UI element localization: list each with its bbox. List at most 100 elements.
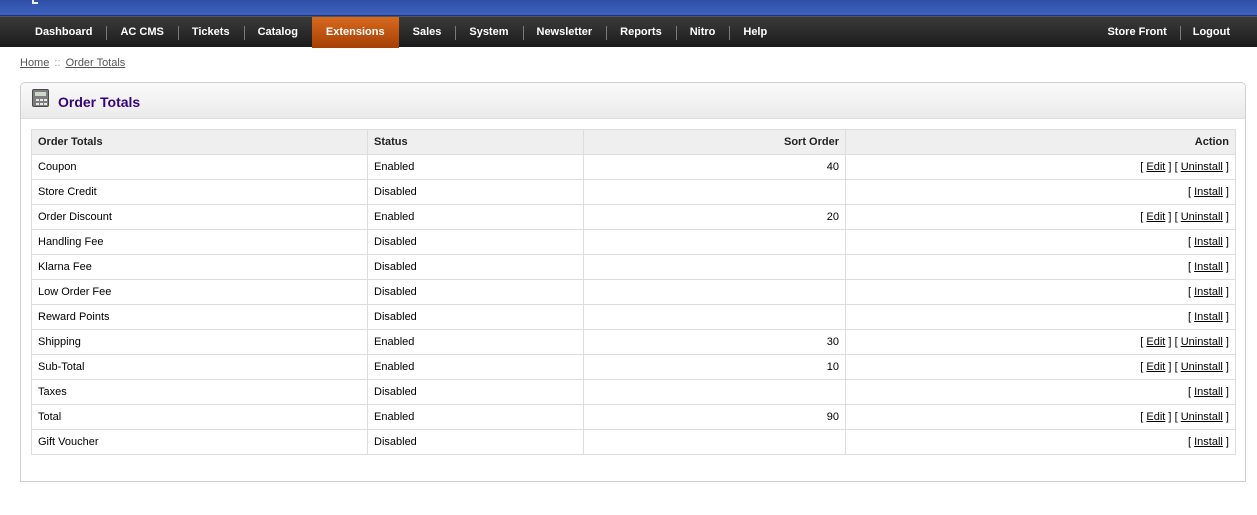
install-link[interactable]: Install bbox=[1194, 386, 1223, 398]
breadcrumb-separator: :: bbox=[54, 57, 61, 69]
row-sort-order-cell bbox=[583, 429, 846, 455]
menu-right: Store Front Logout bbox=[1094, 17, 1243, 48]
install-link[interactable]: Install bbox=[1194, 436, 1223, 448]
menu-item-reports[interactable]: Reports bbox=[606, 17, 676, 48]
row-name-cell: Shipping bbox=[31, 329, 368, 355]
row-sort-order-cell: 90 bbox=[583, 404, 846, 430]
menu-link-store-front[interactable]: Store Front bbox=[1094, 17, 1179, 48]
main-menu: Dashboard AC CMS Tickets Catalog Extensions S… bbox=[0, 16, 1257, 48]
uninstall-link[interactable]: Uninstall bbox=[1181, 411, 1223, 423]
breadcrumb: Home :: Order Totals bbox=[20, 57, 125, 69]
row-name-cell: Reward Points bbox=[31, 304, 368, 330]
table-row: Klarna Fee Disabled [ Install ] bbox=[31, 254, 1236, 280]
menu-item-tickets[interactable]: Tickets bbox=[177, 17, 244, 48]
row-action-cell: [ Edit ] [ Uninstall ] bbox=[845, 204, 1236, 230]
uninstall-link[interactable]: Uninstall bbox=[1181, 336, 1223, 348]
row-status-cell: Disabled bbox=[367, 379, 584, 405]
menu-link-logout[interactable]: Logout bbox=[1180, 17, 1243, 48]
menu-link-extensions[interactable]: Extensions bbox=[312, 17, 399, 48]
row-status-cell: Enabled bbox=[367, 329, 584, 355]
row-sort-order-cell bbox=[583, 254, 846, 280]
row-action-cell: [ Edit ] [ Uninstall ] bbox=[845, 354, 1236, 380]
menu-link-catalog[interactable]: Catalog bbox=[244, 17, 312, 48]
row-name-cell: Store Credit bbox=[31, 179, 368, 205]
order-totals-box: Order Totals Order Totals Status Sort Or… bbox=[20, 82, 1246, 482]
menu-link-system[interactable]: System bbox=[455, 17, 522, 48]
menu-link-ac-cms[interactable]: AC CMS bbox=[106, 17, 177, 48]
uninstall-link[interactable]: Uninstall bbox=[1181, 361, 1223, 373]
row-sort-order-cell: 40 bbox=[583, 154, 846, 180]
menu-item-system[interactable]: System bbox=[455, 17, 522, 48]
order-totals-table: Order Totals Status Sort Order Action Co… bbox=[31, 129, 1236, 455]
edit-link[interactable]: Edit bbox=[1146, 211, 1165, 223]
breadcrumb-current-link[interactable]: Order Totals bbox=[66, 57, 126, 69]
install-link[interactable]: Install bbox=[1194, 261, 1223, 273]
row-status-cell: Disabled bbox=[367, 254, 584, 280]
row-sort-order-cell: 30 bbox=[583, 329, 846, 355]
row-name-cell: Coupon bbox=[31, 154, 368, 180]
row-sort-order-cell: 20 bbox=[583, 204, 846, 230]
menu-item-ac-cms[interactable]: AC CMS bbox=[106, 17, 177, 48]
install-link[interactable]: Install bbox=[1194, 236, 1223, 248]
menu-item-logout[interactable]: Logout bbox=[1179, 17, 1243, 48]
menu-item-store-front[interactable]: Store Front bbox=[1094, 17, 1179, 48]
menu-item-catalog[interactable]: Catalog bbox=[243, 17, 312, 48]
row-status-cell: Disabled bbox=[367, 429, 584, 455]
row-sort-order-cell bbox=[583, 379, 846, 405]
menu-item-newsletter[interactable]: Newsletter bbox=[522, 17, 607, 48]
edit-link[interactable]: Edit bbox=[1146, 161, 1165, 173]
breadcrumb-home-link[interactable]: Home bbox=[20, 57, 49, 69]
column-header-status: Status bbox=[367, 129, 584, 155]
table-row: Shipping Enabled 30[ Edit ] [ Uninstall ] bbox=[31, 329, 1236, 355]
table-row: Coupon Enabled 40[ Edit ] [ Uninstall ] bbox=[31, 154, 1236, 180]
menu-item-nitro[interactable]: Nitro bbox=[675, 17, 730, 48]
row-status-cell: Disabled bbox=[367, 179, 584, 205]
row-action-cell: [ Edit ] [ Uninstall ] bbox=[845, 329, 1236, 355]
edit-link[interactable]: Edit bbox=[1146, 361, 1165, 373]
table-row: Store Credit Disabled [ Install ] bbox=[31, 179, 1236, 205]
install-link[interactable]: Install bbox=[1194, 186, 1223, 198]
install-link[interactable]: Install bbox=[1194, 311, 1223, 323]
edit-link[interactable]: Edit bbox=[1146, 336, 1165, 348]
row-status-cell: Disabled bbox=[367, 279, 584, 305]
column-header-action: Action bbox=[845, 129, 1236, 155]
row-action-cell: [ Install ] bbox=[845, 429, 1236, 455]
row-action-cell: [ Install ] bbox=[845, 229, 1236, 255]
menu-link-dashboard[interactable]: Dashboard bbox=[21, 17, 106, 48]
table-row: Order Discount Enabled 20[ Edit ] [ Uninst… bbox=[31, 204, 1236, 230]
menu-item-help[interactable]: Help bbox=[729, 17, 781, 48]
uninstall-link[interactable]: Uninstall bbox=[1181, 161, 1223, 173]
menu-item-dashboard[interactable]: Dashboard bbox=[21, 17, 106, 48]
row-status-cell: Disabled bbox=[367, 229, 584, 255]
row-action-cell: [ Edit ] [ Uninstall ] bbox=[845, 154, 1236, 180]
logo-fragment bbox=[32, 0, 38, 4]
menu-link-nitro[interactable]: Nitro bbox=[676, 17, 730, 48]
menu-link-help[interactable]: Help bbox=[729, 17, 781, 48]
menu-link-tickets[interactable]: Tickets bbox=[178, 17, 244, 48]
install-link[interactable]: Install bbox=[1194, 286, 1223, 298]
menu-item-extensions[interactable]: Extensions bbox=[311, 17, 399, 48]
row-action-cell: [ Install ] bbox=[845, 254, 1236, 280]
table-row: Taxes Disabled [ Install ] bbox=[31, 379, 1236, 405]
menu-link-sales[interactable]: Sales bbox=[399, 17, 456, 48]
row-name-cell: Order Discount bbox=[31, 204, 368, 230]
row-sort-order-cell bbox=[583, 229, 846, 255]
menu-item-sales[interactable]: Sales bbox=[399, 17, 456, 48]
menu-link-newsletter[interactable]: Newsletter bbox=[523, 17, 607, 48]
row-name-cell: Sub-Total bbox=[31, 354, 368, 380]
row-name-cell: Klarna Fee bbox=[31, 254, 368, 280]
row-sort-order-cell bbox=[583, 304, 846, 330]
row-status-cell: Enabled bbox=[367, 154, 584, 180]
top-header-bar bbox=[0, 0, 1257, 16]
row-action-cell: [ Install ] bbox=[845, 279, 1236, 305]
column-header-sort-order: Sort Order bbox=[583, 129, 846, 155]
table-row: Low Order Fee Disabled [ Install ] bbox=[31, 279, 1236, 305]
menu-link-reports[interactable]: Reports bbox=[606, 17, 676, 48]
uninstall-link[interactable]: Uninstall bbox=[1181, 211, 1223, 223]
edit-link[interactable]: Edit bbox=[1146, 411, 1165, 423]
table-row: Gift Voucher Disabled [ Install ] bbox=[31, 429, 1236, 455]
row-sort-order-cell bbox=[583, 279, 846, 305]
column-header-order-totals: Order Totals bbox=[31, 129, 368, 155]
row-name-cell: Gift Voucher bbox=[31, 429, 368, 455]
row-name-cell: Low Order Fee bbox=[31, 279, 368, 305]
